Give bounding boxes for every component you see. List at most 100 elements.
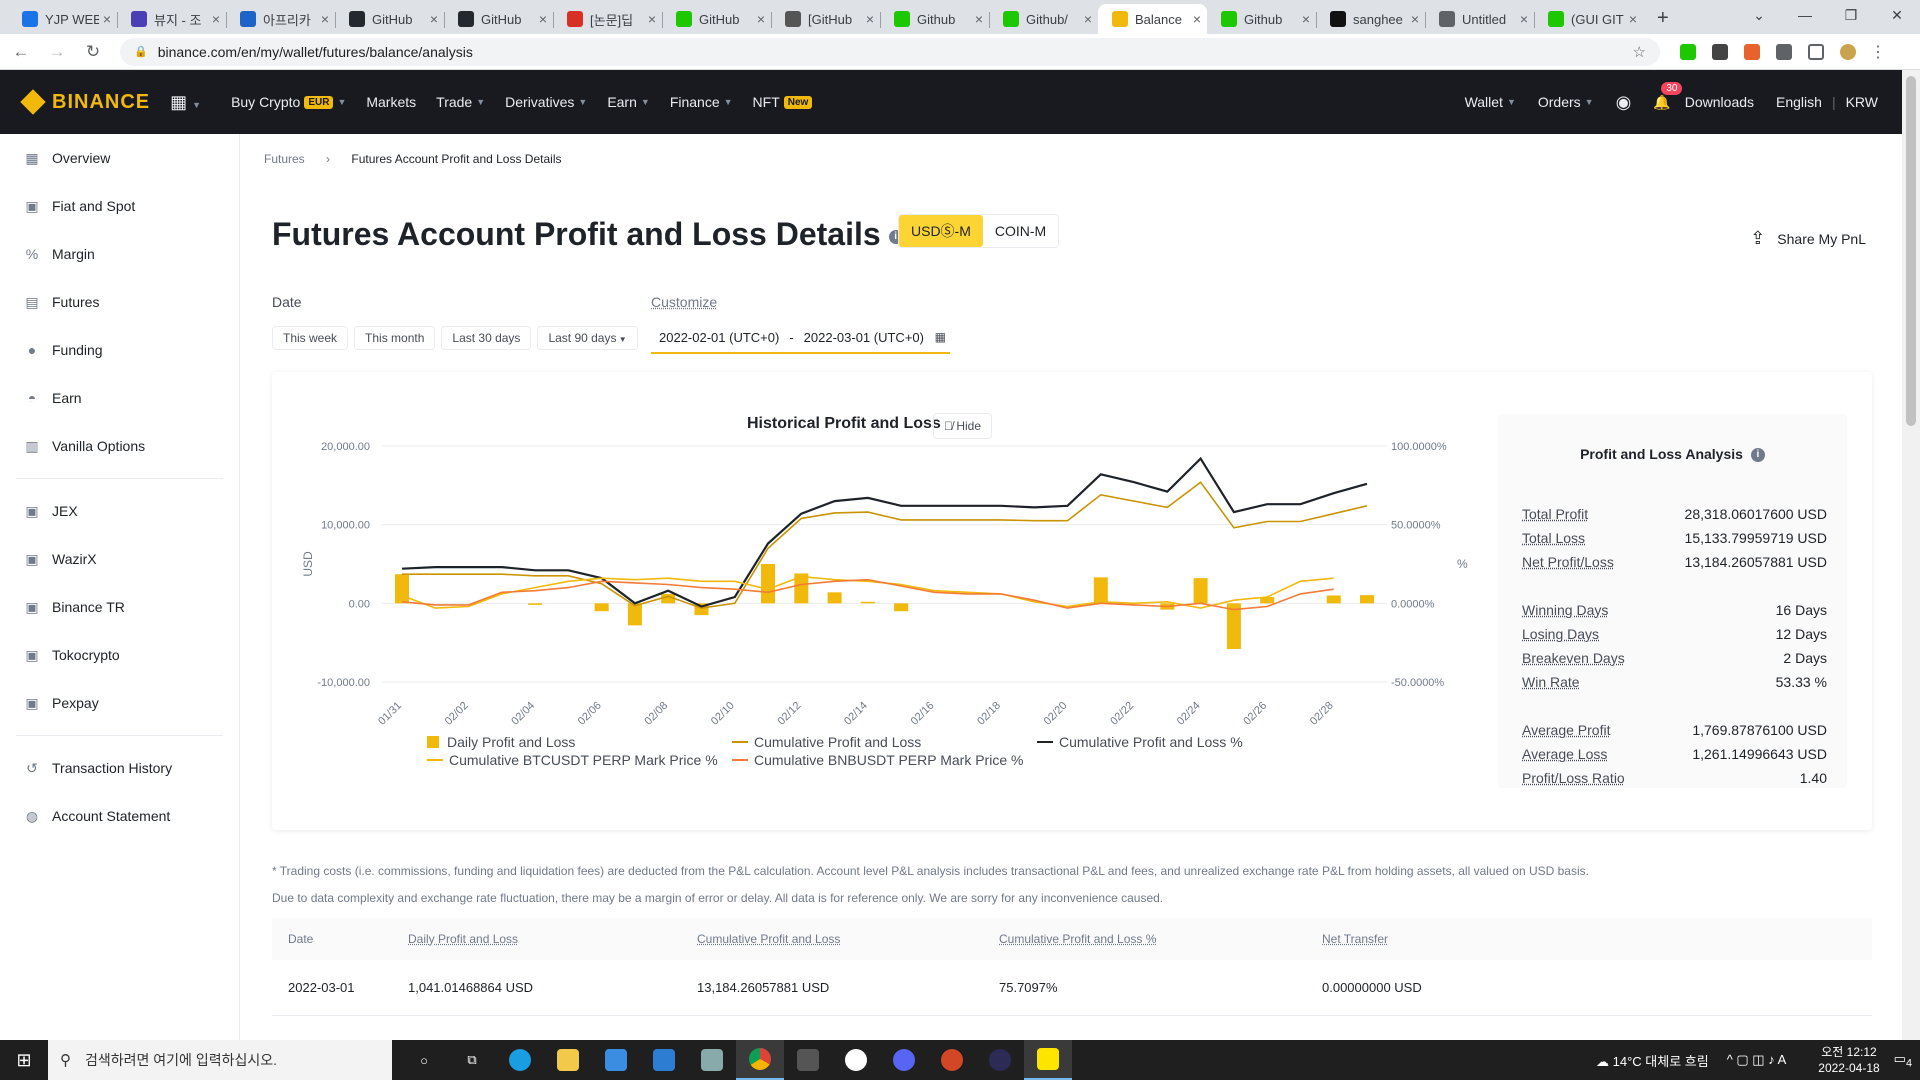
sidebar-item-margin[interactable]: % Margin <box>0 230 239 278</box>
orders-menu[interactable]: Orders ▼ <box>1538 94 1594 110</box>
extension-icon[interactable] <box>1712 43 1728 60</box>
tab-close-icon[interactable]: × <box>1084 11 1092 27</box>
tab-close-icon[interactable]: × <box>648 11 656 27</box>
analysis-label[interactable]: Net Profit/Loss <box>1522 554 1614 570</box>
date-chip[interactable]: This month <box>354 326 436 350</box>
sidebar-item-wazirx[interactable]: ▣ WazirX <box>0 535 239 583</box>
taskbar-search[interactable]: ⚲ 검색하려면 여기에 입력하십시오. <box>48 1040 392 1080</box>
column-header[interactable]: Cumulative Profit and Loss % <box>999 932 1156 946</box>
legend-item[interactable]: Cumulative BTCUSDT PERP Mark Price % <box>427 752 718 768</box>
menu-dots-icon[interactable]: ⋮ <box>1870 42 1886 62</box>
discord-icon[interactable] <box>880 1040 928 1080</box>
sidepanel-icon[interactable] <box>1808 43 1824 60</box>
sidebar-item-binance-tr[interactable]: ▣ Binance TR <box>0 583 239 631</box>
legend-item[interactable]: Cumulative BNBUSDT PERP Mark Price % <box>732 752 1023 768</box>
extension-icon[interactable] <box>1680 43 1696 60</box>
tab-close-icon[interactable]: × <box>1193 11 1201 27</box>
analysis-label[interactable]: Total Profit <box>1522 506 1588 522</box>
browser-tab[interactable]: 뷰지 - 조 × <box>117 4 226 34</box>
tab-close-icon[interactable]: × <box>866 11 874 27</box>
back-icon[interactable]: ← <box>6 42 36 62</box>
tab-close-icon[interactable]: × <box>1520 11 1528 27</box>
hide-chart-button[interactable]: 👁̸ Hide <box>933 413 993 439</box>
sidebar-item-jex[interactable]: ▣ JEX <box>0 487 239 535</box>
nav-markets[interactable]: Markets <box>366 94 416 110</box>
browser-tab[interactable]: sanghee × <box>1316 4 1425 34</box>
currency-selector[interactable]: KRW <box>1846 94 1878 110</box>
maximize-button[interactable]: ❐ <box>1828 0 1874 30</box>
app-icon[interactable] <box>688 1040 736 1080</box>
minimize-button[interactable]: — <box>1782 0 1828 30</box>
notification-bell-icon[interactable]: 🔔 30 <box>1653 81 1683 111</box>
analysis-label[interactable]: Profit/Loss Ratio <box>1522 770 1625 786</box>
sidebar-item-overview[interactable]: ▦ Overview <box>0 134 239 182</box>
column-header[interactable]: Daily Profit and Loss <box>408 932 518 946</box>
tab-close-icon[interactable]: × <box>1629 11 1637 27</box>
tab-close-icon[interactable]: × <box>539 11 547 27</box>
date-chip[interactable]: Last 90 days ▼ <box>537 326 638 350</box>
url-input[interactable]: 🔒 binance.com/en/my/wallet/futures/balan… <box>120 37 1660 66</box>
browser-tab[interactable]: [논문]딥 × <box>553 4 662 34</box>
nav-trade[interactable]: Trade ▼ <box>436 94 485 110</box>
calculator-icon[interactable] <box>784 1040 832 1080</box>
file-explorer-icon[interactable] <box>544 1040 592 1080</box>
tab-close-icon[interactable]: × <box>1411 11 1419 27</box>
nav-earn[interactable]: Earn ▼ <box>607 94 650 110</box>
share-pnl-button[interactable]: ⇪ Share My PnL <box>1750 228 1866 249</box>
nav-derivatives[interactable]: Derivatives ▼ <box>505 94 587 110</box>
cortana-icon[interactable]: ○ <box>400 1040 448 1080</box>
tab-close-icon[interactable]: × <box>321 11 329 27</box>
legend-item[interactable]: Cumulative Profit and Loss % <box>1037 734 1243 750</box>
browser-tab[interactable]: Untitled × <box>1425 4 1534 34</box>
clock[interactable]: 오전 12:12 2022-04-18 <box>1818 1044 1879 1076</box>
powerpoint-icon[interactable] <box>928 1040 976 1080</box>
sidebar-item-earn[interactable]: ◓ Earn <box>0 374 239 422</box>
browser-tab[interactable]: GitHub × <box>335 4 444 34</box>
page-scrollbar[interactable] <box>1902 70 1920 1040</box>
bookmark-star-icon[interactable]: ☆ <box>1633 43 1646 61</box>
column-header[interactable]: Net Transfer <box>1322 932 1388 946</box>
browser-tab[interactable]: Github × <box>1207 4 1316 34</box>
sidebar-item-fiat-and-spot[interactable]: ▣ Fiat and Spot <box>0 182 239 230</box>
date-chip[interactable]: Last 30 days <box>441 326 532 350</box>
sidebar-item-transaction-history[interactable]: ↺ Transaction History <box>0 744 239 792</box>
sidebar-item-tokocrypto[interactable]: ▣ Tokocrypto <box>0 631 239 679</box>
browser-tab[interactable]: [GitHub × <box>771 4 880 34</box>
close-window-button[interactable]: ✕ <box>1874 0 1920 30</box>
tab-close-icon[interactable]: × <box>103 11 111 27</box>
browser-tab[interactable]: GitHub × <box>662 4 771 34</box>
mail-icon[interactable] <box>640 1040 688 1080</box>
user-icon[interactable]: ◉ <box>1616 92 1632 113</box>
browser-tab[interactable]: Github × <box>880 4 989 34</box>
reload-icon[interactable]: ↻ <box>78 42 108 62</box>
task-view-icon[interactable]: ⧉ <box>448 1040 496 1080</box>
chrome-icon[interactable] <box>736 1040 784 1080</box>
nav-nft[interactable]: NFT New <box>753 94 813 110</box>
tab-search-icon[interactable]: ⌄ <box>1736 0 1782 30</box>
usds-m-tab[interactable]: USDⓈ-M <box>899 215 983 247</box>
tab-close-icon[interactable]: × <box>1302 11 1310 27</box>
sidebar-item-funding[interactable]: ● Funding <box>0 326 239 374</box>
tray-icons[interactable]: ^ ▢ ◫ ♪ A <box>1727 1052 1787 1068</box>
browser-tab[interactable]: 아프리카 × <box>226 4 335 34</box>
info-icon[interactable]: i <box>1750 448 1765 463</box>
forward-icon[interactable]: → <box>42 42 72 62</box>
downloads-link[interactable]: Downloads <box>1685 94 1754 110</box>
date-range-picker[interactable]: 2022-02-01 (UTC+0) - 2022-03-01 (UTC+0) … <box>651 322 950 354</box>
github-desktop-icon[interactable] <box>832 1040 880 1080</box>
sidebar-item-account-statement[interactable]: ◍ Account Statement <box>0 792 239 840</box>
legend-item[interactable]: Daily Profit and Loss <box>427 734 575 750</box>
store-icon[interactable] <box>592 1040 640 1080</box>
date-chip[interactable]: This week <box>272 326 349 350</box>
sidebar-item-pexpay[interactable]: ▣ Pexpay <box>0 679 239 727</box>
analysis-label[interactable]: Total Loss <box>1522 530 1585 546</box>
tab-close-icon[interactable]: × <box>430 11 438 27</box>
analysis-label[interactable]: Losing Days <box>1522 626 1599 642</box>
column-header[interactable]: Cumulative Profit and Loss <box>697 932 840 946</box>
extension-icon[interactable] <box>1744 43 1760 60</box>
browser-tab[interactable]: GitHub × <box>444 4 553 34</box>
weather-widget[interactable]: ☁ 14°C 대체로 흐림 <box>1596 1051 1709 1070</box>
analysis-label[interactable]: Winning Days <box>1522 602 1608 618</box>
analysis-label[interactable]: Win Rate <box>1522 674 1580 690</box>
tab-close-icon[interactable]: × <box>212 11 220 27</box>
